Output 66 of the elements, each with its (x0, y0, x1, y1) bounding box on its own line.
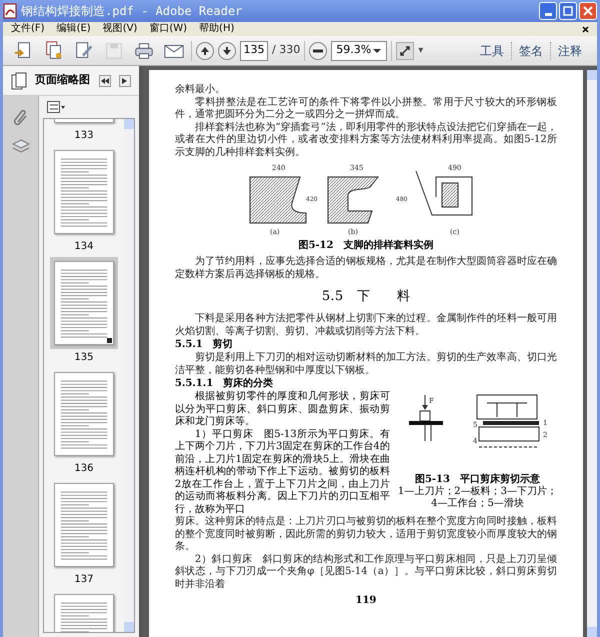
figure-caption: 图5-12 支脚的排样套料实例 (297, 239, 434, 252)
pdf-document-icon (3, 3, 17, 19)
page-number-field[interactable]: 135 (240, 40, 268, 60)
close-icon[interactable] (582, 26, 589, 32)
double-left-icon (100, 78, 109, 84)
paragraph: 零料拼整法是在工艺许可的条件下将零件以小拼整。常用于尺寸较大的环形钢板件，通常把圆环分为二分之一或四分之一拼焊而成。 (174, 96, 557, 122)
scrollbar[interactable] (124, 119, 134, 632)
close-icon (583, 6, 593, 16)
panel-button[interactable]: 工具 (473, 42, 511, 60)
paragraph: 排样套料法也称为“穿插套弓”法，即利用零件的形状特点设法把它们穿插在一起，或者在大件的里边切小件，或者改变排料方案等方法使材料利用率提高。如图5-12所示支脚的几种排样套料实例。 (174, 122, 557, 159)
pages-icon (11, 72, 27, 90)
zoom-out-button[interactable] (309, 42, 328, 60)
list-options-icon (47, 101, 65, 113)
maximize-icon (563, 6, 573, 16)
previous-page-button[interactable] (196, 42, 214, 60)
play-icon (122, 78, 128, 84)
minimize-icon (544, 13, 552, 16)
paragraph: 余料最小。 (174, 84, 226, 96)
menu-item[interactable]: 文件(F) (11, 22, 45, 36)
subsection-heading: 5.5.1.1 剪床的分类 (174, 377, 274, 390)
options-button[interactable] (47, 101, 65, 113)
panel-button[interactable]: 签名 (511, 42, 550, 60)
thumbnail-label: 133 (74, 129, 94, 143)
menu-item[interactable]: 帮助(H) (199, 22, 234, 36)
thumbnail-label: 137 (74, 573, 94, 587)
subsection-heading: 5.5.1 剪切 (174, 338, 234, 352)
panel-title: 页面缩略图 (35, 72, 90, 88)
menu-item[interactable]: 编辑(E) (56, 22, 91, 36)
paragraph: 剪切是利用上下刀刃的相对运动切断材料的加工方法。剪切的生产效率高、切口光洁平整，能剪切各种型钢和中厚度以下钢板。 (174, 352, 557, 377)
scrollbar[interactable] (587, 70, 597, 637)
next-page-button[interactable] (218, 42, 236, 60)
close-button[interactable] (579, 2, 597, 20)
layers-icon[interactable] (12, 138, 30, 154)
fit-page-button[interactable] (396, 42, 414, 60)
thumbnail-label: 136 (74, 462, 94, 476)
arrow-down-icon (222, 46, 232, 56)
paragraph: 根据被剪切零件的厚度和几何形状，剪床可以分为平口剪床、斜口剪床、圆盘剪床、振动剪床和龙门剪床等。 (174, 391, 390, 428)
arrow-up-icon (200, 46, 210, 56)
figure-legend: 4—工作台；5—滑块 (431, 498, 524, 510)
collapse-button[interactable] (98, 74, 111, 86)
thumbnail-label: 135 (74, 351, 94, 365)
maximize-button[interactable] (559, 2, 577, 20)
paragraph: 剪床。这种剪床的特点是：上刀片刃口与被剪切的板料在整个宽度方向同时接触，板料的整个宽度同时被剪断，因此所需的剪切力较大，适用于剪切宽度较小而厚度较大的钢条。 (174, 516, 557, 554)
dropdown-caret-icon (372, 48, 382, 54)
resize-handle[interactable] (106, 338, 112, 343)
page-number: 119 (354, 595, 378, 607)
figure-caption: 图5-13 平口剪床剪切示意 (414, 473, 540, 486)
section-heading: 5.5 下 料 (320, 289, 412, 305)
more-tools-button[interactable]: ▾ (418, 43, 424, 58)
menu-item[interactable]: 窗口(W) (149, 22, 188, 36)
diagonal-arrows-icon (399, 44, 412, 56)
paperclip-icon[interactable] (12, 108, 28, 126)
paragraph: 1）平口剪床 图5-13所示为平口剪床。有上下两个刀片，下刀片3固定在剪床的工作台4的前沿，上刀片1固定在剪床的滑块5上。滑块在曲柄连杆机构的带动下作上下运动。被剪切的板料2放在工作台上，置于上下刀片之间，由上刀片的运动而将板料分离。因上下刀片的刃口互相平行，故称为平口 (174, 428, 390, 516)
paragraph: 为了节约用料，应事先选择合适的钢板规格，尤其是在制作大型圆筒容器时应在确定数样方案后再选择钢板的规格。 (174, 256, 557, 281)
thumbnail-label: 134 (74, 240, 94, 254)
minimize-button[interactable] (539, 2, 557, 20)
window-title: 钢结构焊接制造.pdf - Adobe Reader (21, 3, 242, 20)
paragraph: 下料是采用各种方法把零件从钢材上切割下来的过程。金属制作件的坯料一般可用火焰切割、等离子切割、剪切、冲裁或切削等方法下料。 (174, 313, 557, 338)
expand-button[interactable] (118, 74, 131, 86)
zoom-field[interactable]: 59.3% (331, 40, 388, 60)
menu-item[interactable]: 视图(V) (102, 22, 138, 36)
panel-button[interactable]: 注释 (550, 42, 589, 60)
page-count: / 330 (272, 42, 300, 58)
paragraph: 2）斜口剪床 斜口剪床的结构形式和工作原理与平口剪床相同，只是上刀刃呈倾斜状态，与下刀刃成一个夹角φ［见图5-14（a）］。与平口剪床比较，斜口剪床剪切时并非沿着 (174, 554, 557, 591)
minus-icon (313, 48, 324, 52)
figure-legend: 1—上刀片；2—板料；3—下刀片； (398, 486, 557, 498)
